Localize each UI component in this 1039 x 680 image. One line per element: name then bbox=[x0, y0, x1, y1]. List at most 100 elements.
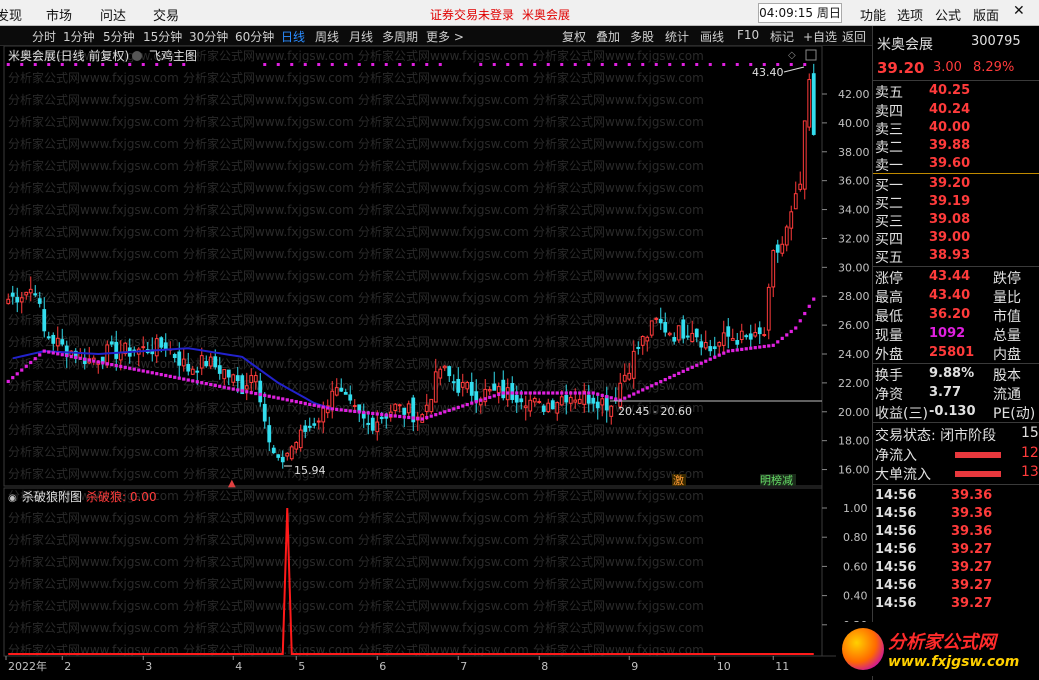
watermark-text: 分析家公式网www.fxjgsw.com bbox=[183, 554, 354, 569]
watermark-text: 分析家公式网www.fxjgsw.com bbox=[183, 70, 354, 85]
watermark-text: 分析家公式网www.fxjgsw.com bbox=[8, 312, 179, 327]
candle-body bbox=[307, 425, 312, 428]
ma-dot bbox=[659, 380, 663, 384]
candle-body bbox=[532, 397, 537, 403]
signal-dot bbox=[560, 63, 564, 66]
period-weekly[interactable]: 周线 bbox=[315, 28, 339, 45]
period-5min[interactable]: 5分钟 bbox=[103, 28, 135, 45]
kline-chart-area[interactable]: 分析家公式网www.fxjgsw.com 分析家公式网www.fxjgsw.com… bbox=[0, 46, 872, 680]
signal-dot bbox=[506, 63, 510, 66]
candle-body bbox=[213, 356, 218, 368]
candle-body bbox=[766, 286, 771, 331]
menu-trade[interactable]: 交易 bbox=[153, 5, 179, 24]
tick-row: 14:56 39.36 bbox=[875, 506, 993, 521]
watermark-text: 分析家公式网www.fxjgsw.com bbox=[358, 312, 529, 327]
login-notice[interactable]: 证券交易未登录 bbox=[430, 6, 514, 23]
stat-low: 最低 36.20 市值 bbox=[875, 307, 1021, 325]
tool-add-watchlist[interactable]: +自选 bbox=[803, 28, 837, 45]
tool-draw[interactable]: 画线 bbox=[700, 28, 724, 45]
period-more[interactable]: 更多 > bbox=[426, 28, 464, 45]
period-daily[interactable]: 日线 bbox=[281, 28, 305, 45]
ma-dot bbox=[758, 345, 762, 349]
maximize-icon[interactable] bbox=[805, 49, 817, 61]
period-1min[interactable]: 1分钟 bbox=[63, 28, 95, 45]
tool-mark[interactable]: 标记 bbox=[770, 28, 794, 45]
candle-body bbox=[492, 383, 497, 391]
tool-overlay[interactable]: 叠加 bbox=[596, 28, 620, 45]
menu-market[interactable]: 市场 bbox=[46, 5, 72, 24]
indicator-name[interactable]: 飞鸡主图 bbox=[149, 48, 197, 63]
signal-dot bbox=[74, 63, 78, 66]
signal-dot-line bbox=[6, 63, 807, 66]
candle-body bbox=[618, 382, 623, 407]
candle-body bbox=[685, 335, 690, 338]
watermark-text: 分析家公式网www.fxjgsw.com bbox=[533, 202, 704, 217]
close-icon[interactable]: ✕ bbox=[1013, 3, 1025, 19]
menu-discover[interactable]: 发现 bbox=[0, 5, 22, 24]
signal-dot bbox=[344, 63, 348, 66]
watermark-text: 分析家公式网www.fxjgsw.com bbox=[358, 224, 529, 239]
tool-stats[interactable]: 统计 bbox=[665, 28, 689, 45]
ma-dot bbox=[195, 380, 199, 384]
candle-body bbox=[690, 332, 695, 343]
y-tick-label: 20.00 bbox=[838, 406, 870, 419]
ma-dot bbox=[335, 407, 339, 411]
watermark-text: 分析家公式网www.fxjgsw.com bbox=[8, 92, 179, 107]
candle-body bbox=[397, 404, 402, 407]
period-intraday[interactable]: 分时 bbox=[32, 28, 56, 45]
ma-dot bbox=[371, 411, 375, 416]
ma-dot bbox=[330, 407, 334, 411]
ma-dot bbox=[15, 372, 19, 376]
signal-dot bbox=[681, 63, 685, 66]
tool-multistock[interactable]: 多股 bbox=[630, 28, 654, 45]
watermark-text: 分析家公式网www.fxjgsw.com bbox=[358, 510, 529, 525]
candle-body bbox=[640, 335, 645, 346]
tool-adjust[interactable]: 复权 bbox=[562, 28, 586, 45]
candle-body bbox=[649, 320, 654, 336]
period-multi[interactable]: 多周期 bbox=[382, 28, 418, 45]
x-tick-label: 9 bbox=[631, 660, 638, 673]
candle-body bbox=[231, 374, 236, 383]
ma-dot bbox=[78, 356, 82, 360]
watermark-text: 分析家公式网www.fxjgsw.com bbox=[8, 400, 179, 415]
ma-dot bbox=[375, 412, 379, 416]
ma-dot bbox=[654, 382, 658, 386]
candle-body bbox=[591, 397, 596, 404]
ma-dot bbox=[762, 344, 766, 349]
chevron-down-icon[interactable]: ◉ bbox=[8, 493, 17, 504]
signal-dot bbox=[303, 63, 307, 66]
tick-row: 14:56 39.36 bbox=[875, 488, 993, 503]
candle-body bbox=[681, 319, 686, 339]
logo-ball-icon bbox=[842, 628, 884, 670]
watermark-text: 分析家公式网www.fxjgsw.com bbox=[183, 224, 354, 239]
diamond-icon[interactable]: ◇ bbox=[788, 50, 796, 61]
watermark-text: 分析家公式网www.fxjgsw.com bbox=[358, 246, 529, 261]
candle-body bbox=[172, 354, 177, 359]
ma-dot bbox=[357, 410, 361, 414]
period-30min[interactable]: 30分钟 bbox=[189, 28, 228, 45]
watermark-text: 分析家公式网www.fxjgsw.com bbox=[183, 356, 354, 371]
candle-body bbox=[654, 317, 659, 320]
ask-row-1: 卖一 39.60 bbox=[875, 156, 971, 174]
menu-options[interactable]: 选项 bbox=[897, 5, 923, 24]
period-monthly[interactable]: 月线 bbox=[349, 28, 373, 45]
signal-dot bbox=[573, 63, 577, 66]
candle-body bbox=[114, 341, 119, 359]
period-60min[interactable]: 60分钟 bbox=[235, 28, 274, 45]
watermark-text: 分析家公式网www.fxjgsw.com bbox=[8, 444, 179, 459]
x-tick-label: 5 bbox=[298, 660, 305, 673]
watermark-text: 分析家公式网www.fxjgsw.com bbox=[358, 356, 529, 371]
chevron-down-icon[interactable] bbox=[132, 51, 142, 61]
menu-function[interactable]: 功能 bbox=[860, 5, 886, 24]
stat-eps: 收益(三) -0.130 PE(动) bbox=[875, 404, 1036, 422]
menu-layout[interactable]: 版面 bbox=[973, 5, 999, 24]
menu-wenda[interactable]: 问达 bbox=[100, 5, 126, 24]
price-change-pct: 8.29% bbox=[973, 60, 1015, 75]
menu-formula[interactable]: 公式 bbox=[935, 5, 961, 24]
tool-back[interactable]: 返回 bbox=[842, 28, 866, 45]
signal-dot bbox=[357, 63, 361, 66]
period-15min[interactable]: 15分钟 bbox=[143, 28, 182, 45]
watermark-text: 分析家公式网www.fxjgsw.com bbox=[183, 598, 354, 613]
tool-f10[interactable]: F10 bbox=[737, 28, 759, 42]
candle-body bbox=[154, 338, 159, 357]
